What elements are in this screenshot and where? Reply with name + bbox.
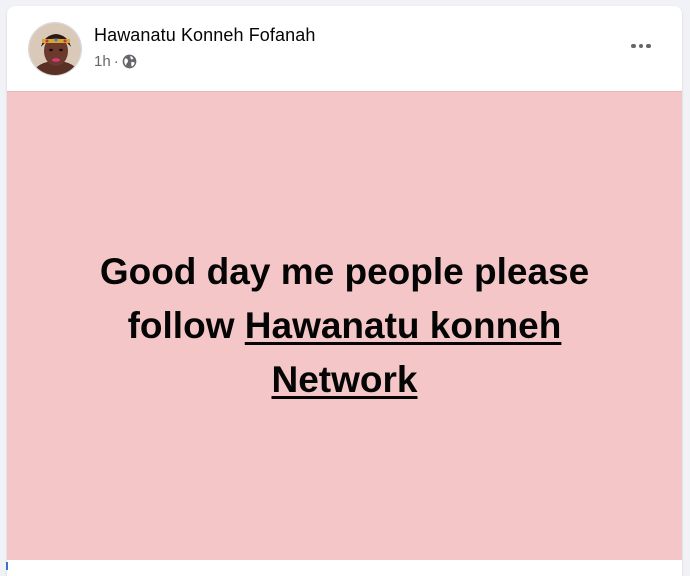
more-options-dot bbox=[646, 43, 651, 49]
post-header: Hawanatu Konneh Fofanah 1h · bbox=[7, 6, 682, 91]
post-background: Good day me people please follow Hawanat… bbox=[7, 91, 682, 560]
post-meta: 1h · bbox=[94, 53, 137, 70]
more-options-icon bbox=[631, 43, 636, 49]
post-card: Hawanatu Konneh Fofanah 1h · Good day me… bbox=[7, 6, 682, 576]
author-name[interactable]: Hawanatu Konneh Fofanah bbox=[94, 25, 315, 46]
meta-separator: · bbox=[113, 53, 119, 70]
network-link[interactable]: Hawanatu konneh Network bbox=[245, 305, 562, 400]
globe-icon[interactable] bbox=[122, 54, 137, 69]
author-avatar[interactable] bbox=[28, 22, 82, 76]
more-options-dot bbox=[638, 43, 644, 49]
post-text: Good day me people please follow Hawanat… bbox=[65, 245, 625, 407]
left-accent-line bbox=[6, 562, 8, 570]
more-options-button[interactable] bbox=[626, 36, 656, 56]
post-timestamp[interactable]: 1h bbox=[94, 53, 111, 70]
avatar-image bbox=[29, 23, 81, 75]
post-footer bbox=[7, 560, 682, 576]
